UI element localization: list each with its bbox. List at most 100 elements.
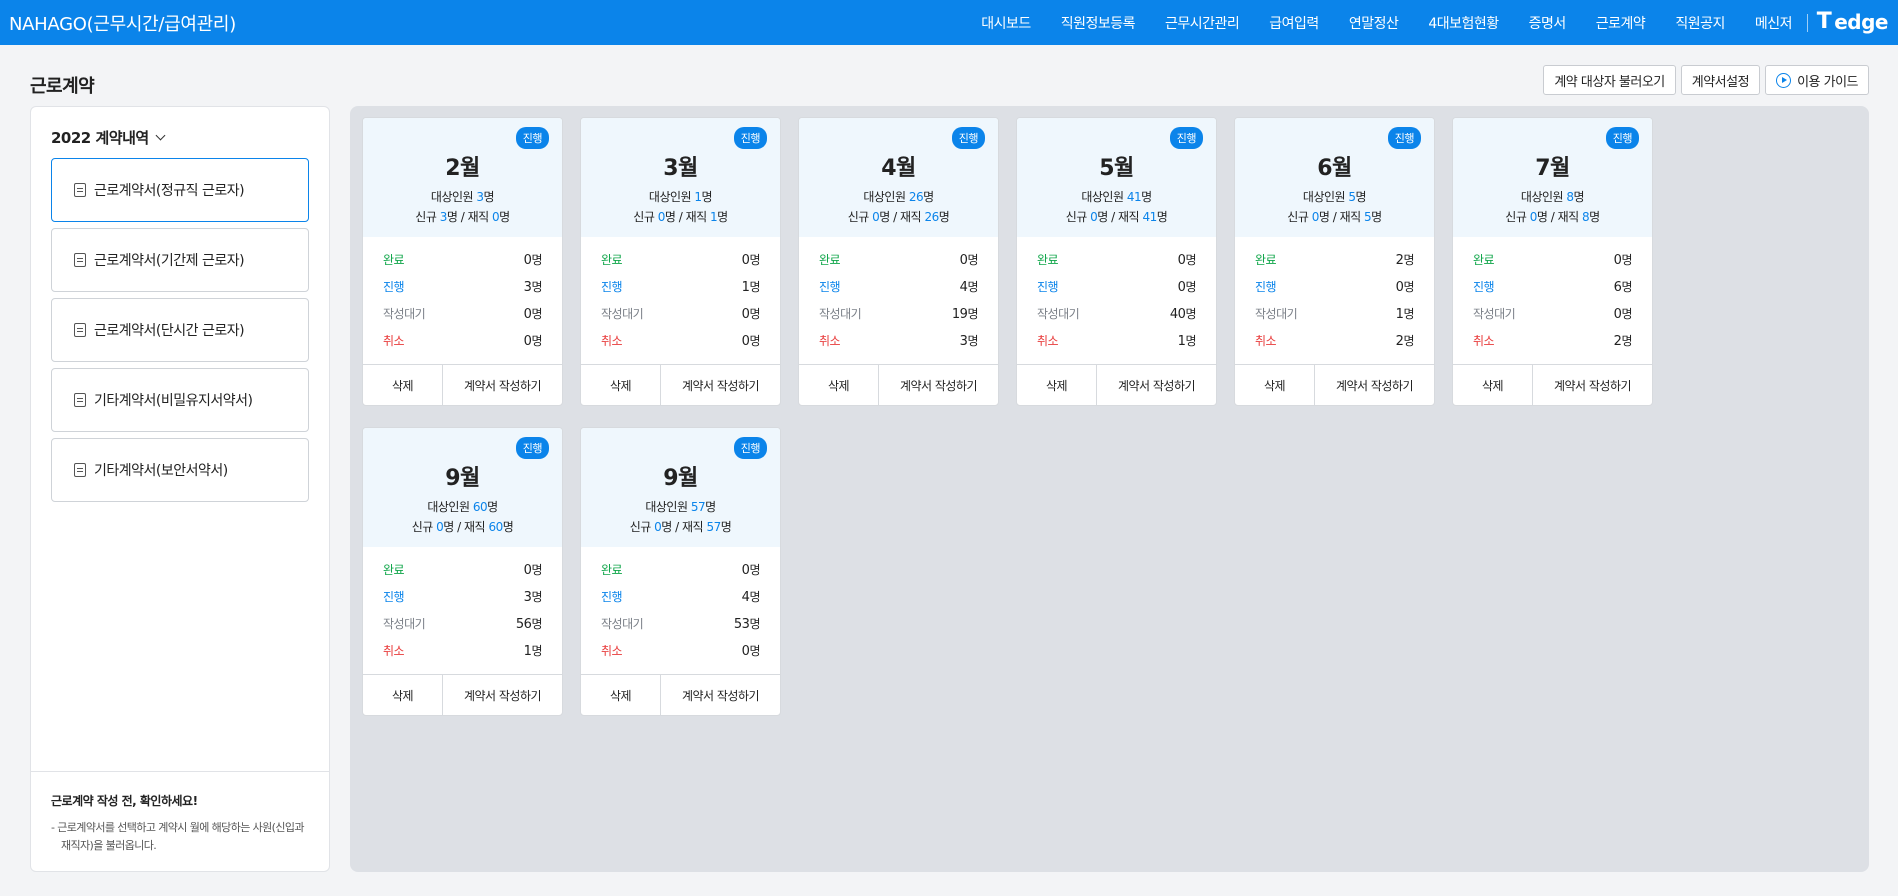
cancel-label: 취소 bbox=[383, 334, 405, 348]
brand-logo[interactable]: T edge bbox=[1817, 9, 1889, 34]
delete-button[interactable]: 삭제 bbox=[363, 365, 443, 405]
nav-labor-contract[interactable]: 근로계약 bbox=[1581, 13, 1661, 33]
target-value: 60 bbox=[472, 500, 488, 514]
stat-waiting: 작성대기 56명 bbox=[383, 610, 542, 637]
write-contract-button[interactable]: 계약서 작성하기 bbox=[879, 365, 998, 405]
stat-done: 완료 0명 bbox=[601, 246, 760, 273]
card-header: 진행 3월 대상인원 1명 신규 0명 / 재직 1명 bbox=[581, 118, 780, 237]
nav-year-end-settlement[interactable]: 연말정산 bbox=[1334, 13, 1414, 33]
top-navigation-bar: NAHAGO(근무시간/급여관리) 대시보드 직원정보등록 근무시간관리 급여입… bbox=[0, 0, 1898, 45]
unit-label: 명 bbox=[1097, 210, 1108, 224]
unit-label: 명 bbox=[1536, 210, 1548, 224]
progress-label: 진행 bbox=[819, 280, 841, 294]
delete-button[interactable]: 삭제 bbox=[1453, 365, 1533, 405]
stat-waiting: 작성대기 40명 bbox=[1037, 300, 1196, 327]
unit-label: 명 bbox=[1403, 280, 1414, 294]
progress-label: 진행 bbox=[383, 590, 405, 604]
new-label: 신규 bbox=[415, 210, 437, 224]
write-contract-button[interactable]: 계약서 작성하기 bbox=[661, 675, 780, 715]
delete-button[interactable]: 삭제 bbox=[581, 675, 661, 715]
nav-staff-notice[interactable]: 직원공지 bbox=[1660, 13, 1740, 33]
unit-label: 명 bbox=[749, 280, 760, 294]
stat-progress: 진행 6명 bbox=[1473, 273, 1632, 300]
card-actions: 삭제 계약서 작성하기 bbox=[581, 674, 780, 715]
current-value: 41 bbox=[1142, 210, 1157, 224]
new-label: 신규 bbox=[411, 520, 434, 534]
unit-label: 명 bbox=[1589, 210, 1600, 224]
page-title: 근로계약 bbox=[30, 76, 95, 97]
done-label: 완료 bbox=[819, 253, 841, 267]
current-label: 재직 bbox=[464, 520, 486, 534]
unit-label: 명 bbox=[502, 520, 514, 534]
user-guide-button[interactable]: 이용 가이드 bbox=[1765, 65, 1869, 95]
unit-label: 명 bbox=[1185, 334, 1196, 348]
unit-label: 명 bbox=[938, 210, 950, 224]
delete-button[interactable]: 삭제 bbox=[581, 365, 661, 405]
waiting-label: 작성대기 bbox=[1255, 307, 1298, 321]
stat-cancel: 취소 2명 bbox=[1473, 327, 1632, 354]
play-circle-icon bbox=[1776, 72, 1792, 88]
unit-label: 명 bbox=[531, 563, 542, 577]
cancel-label: 취소 bbox=[383, 644, 405, 658]
nav-dashboard[interactable]: 대시보드 bbox=[966, 13, 1046, 33]
write-contract-button[interactable]: 계약서 작성하기 bbox=[443, 675, 562, 715]
contract-type-security-pledge[interactable]: 기타계약서(보안서약서) bbox=[51, 438, 309, 502]
delete-button[interactable]: 삭제 bbox=[1017, 365, 1097, 405]
progress-label: 진행 bbox=[601, 590, 623, 604]
contract-type-nda[interactable]: 기타계약서(비밀유지서약서) bbox=[51, 368, 309, 432]
app-title[interactable]: NAHAGO(근무시간/급여관리) bbox=[0, 10, 236, 36]
target-count: 대상인원 5명 bbox=[1235, 188, 1434, 205]
cancel-label: 취소 bbox=[1473, 334, 1495, 348]
progress-label: 진행 bbox=[1473, 280, 1495, 294]
waiting-value: 53 bbox=[733, 617, 750, 632]
contract-type-regular[interactable]: 근로계약서(정규직 근로자) bbox=[51, 158, 309, 222]
card-actions: 삭제 계약서 작성하기 bbox=[799, 364, 998, 405]
card-stats: 완료 0명 진행 4명 작성대기 19명 취소 3명 bbox=[799, 237, 998, 364]
nav-payroll-input[interactable]: 급여입력 bbox=[1254, 13, 1334, 33]
write-contract-button[interactable]: 계약서 작성하기 bbox=[1315, 365, 1434, 405]
progress-label: 진행 bbox=[383, 280, 405, 294]
unit-label: 명 bbox=[531, 644, 542, 658]
current-label: 재직 bbox=[685, 210, 708, 224]
target-value: 3 bbox=[476, 190, 484, 204]
status-badge: 진행 bbox=[515, 437, 549, 459]
contract-type-fixed-term[interactable]: 근로계약서(기간제 근로자) bbox=[51, 228, 309, 292]
unit-label: 명 bbox=[1185, 253, 1196, 267]
stat-waiting: 작성대기 0명 bbox=[601, 300, 760, 327]
status-badge: 진행 bbox=[951, 127, 985, 149]
delete-button[interactable]: 삭제 bbox=[363, 675, 443, 715]
write-contract-button[interactable]: 계약서 작성하기 bbox=[1533, 365, 1652, 405]
write-contract-button[interactable]: 계약서 작성하기 bbox=[661, 365, 780, 405]
delete-button[interactable]: 삭제 bbox=[799, 365, 879, 405]
nav-messenger[interactable]: 메신저 bbox=[1740, 13, 1807, 33]
target-count: 대상인원 1명 bbox=[581, 188, 780, 205]
nav-employee-registration[interactable]: 직원정보등록 bbox=[1046, 13, 1150, 33]
stat-waiting: 작성대기 1명 bbox=[1255, 300, 1414, 327]
year-dropdown[interactable]: 2022 계약내역 bbox=[51, 127, 166, 148]
card-header: 진행 7월 대상인원 8명 신규 0명 / 재직 8명 bbox=[1453, 118, 1652, 237]
stat-done: 완료 0명 bbox=[601, 556, 760, 583]
current-label: 재직 bbox=[1118, 210, 1140, 224]
target-count: 대상인원 57명 bbox=[581, 498, 780, 515]
stat-cancel: 취소 3명 bbox=[819, 327, 978, 354]
stat-done: 완료 0명 bbox=[1473, 246, 1632, 273]
unit-label: 명 bbox=[487, 500, 498, 514]
new-value: 0 bbox=[1529, 210, 1538, 224]
contract-settings-button[interactable]: 계약서설정 bbox=[1680, 65, 1761, 95]
contract-type-part-time[interactable]: 근로계약서(단시간 근로자) bbox=[51, 298, 309, 362]
stat-cancel: 취소 0명 bbox=[383, 327, 542, 354]
progress-label: 진행 bbox=[1255, 280, 1277, 294]
unit-label: 명 bbox=[967, 334, 978, 348]
load-contract-targets-button[interactable]: 계약 대상자 불러오기 bbox=[1543, 65, 1676, 95]
target-value: 41 bbox=[1126, 190, 1142, 204]
delete-button[interactable]: 삭제 bbox=[1235, 365, 1315, 405]
new-value: 0 bbox=[657, 210, 666, 224]
cancel-label: 취소 bbox=[1255, 334, 1277, 348]
nav-work-hours[interactable]: 근무시간관리 bbox=[1150, 13, 1254, 33]
nav-certificates[interactable]: 증명서 bbox=[1514, 13, 1581, 33]
write-contract-button[interactable]: 계약서 작성하기 bbox=[1097, 365, 1216, 405]
unit-label: 명 bbox=[923, 190, 934, 204]
waiting-value: 19 bbox=[951, 307, 968, 322]
write-contract-button[interactable]: 계약서 작성하기 bbox=[443, 365, 562, 405]
nav-insurance-status[interactable]: 4대보험현황 bbox=[1413, 13, 1513, 33]
